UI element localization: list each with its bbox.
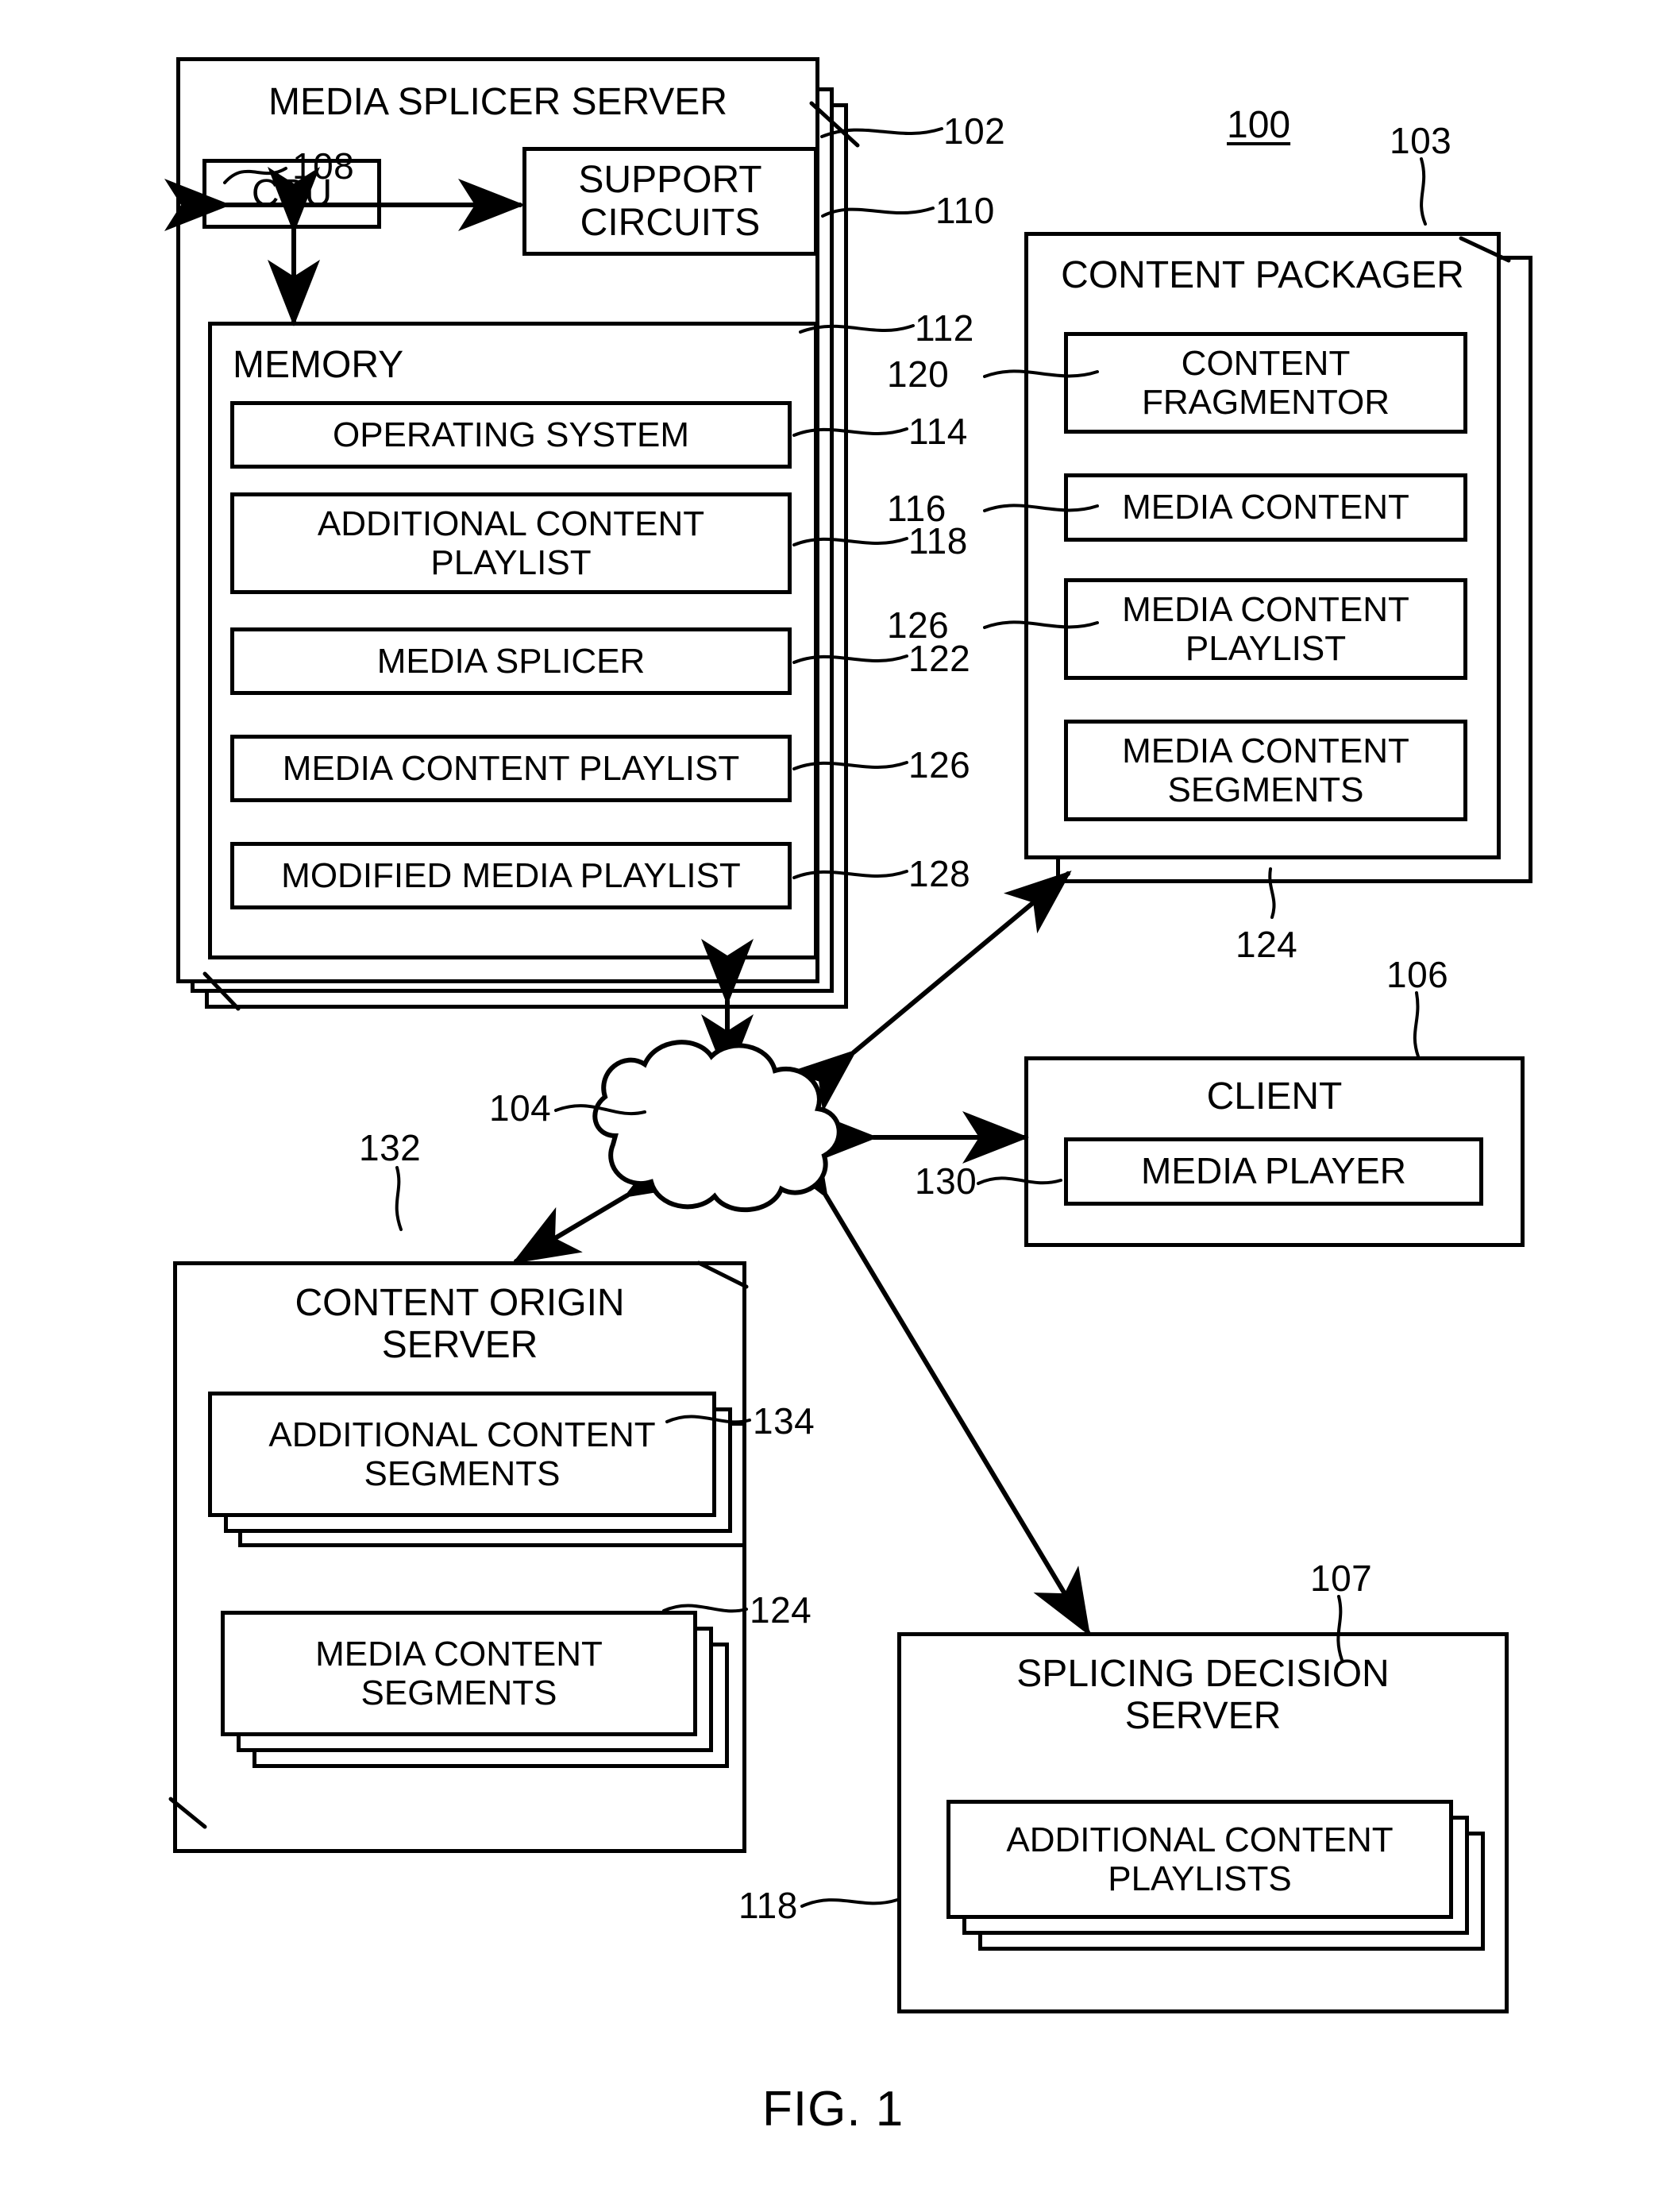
- content-origin-server-title: CONTENT ORIGIN SERVER: [295, 1282, 625, 1366]
- support-circuits-label: SUPPORT CIRCUITS: [578, 158, 762, 244]
- ref-134: 134: [753, 1400, 815, 1442]
- arrow-network-packager: [788, 871, 1072, 1113]
- ref-112: 112: [915, 307, 974, 349]
- content-origin-item-label: ADDITIONAL CONTENT SEGMENTS: [268, 1415, 656, 1493]
- content-packager-item-media-content-playlist[interactable]: MEDIA CONTENT PLAYLIST: [1064, 578, 1467, 680]
- ref-114: 114: [908, 411, 968, 452]
- memory-item-label: OPERATING SYSTEM: [332, 415, 690, 454]
- content-origin-item-additional-content-segments[interactable]: ADDITIONAL CONTENT SEGMENTS: [208, 1392, 716, 1517]
- memory-label: MEMORY: [233, 344, 404, 386]
- ref-106: 106: [1386, 954, 1449, 995]
- memory-item-label: MEDIA SPLICER: [376, 641, 646, 681]
- memory-item-label: ADDITIONAL CONTENT PLAYLIST: [317, 504, 705, 582]
- memory-item-media-content-playlist[interactable]: MEDIA CONTENT PLAYLIST: [230, 735, 792, 802]
- content-packager-item-label: MEDIA CONTENT PLAYLIST: [1122, 589, 1409, 668]
- ref-120: 120: [887, 353, 950, 395]
- client-item-media-player[interactable]: MEDIA PLAYER: [1064, 1137, 1483, 1206]
- content-packager-item-content-fragmentor[interactable]: CONTENT FRAGMENTOR: [1064, 332, 1467, 434]
- content-origin-item-media-content-segments[interactable]: MEDIA CONTENT SEGMENTS: [221, 1611, 697, 1736]
- memory-item-modified-media-playlist[interactable]: MODIFIED MEDIA PLAYLIST: [230, 842, 792, 909]
- ref-128: 128: [908, 853, 971, 894]
- media-splicer-server-title: MEDIA SPLICER SERVER: [268, 81, 727, 123]
- figure-label: FIG. 1: [762, 2082, 904, 2137]
- content-packager-item-media-content[interactable]: MEDIA CONTENT: [1064, 473, 1467, 542]
- content-packager-item-label: CONTENT FRAGMENTOR: [1141, 343, 1390, 422]
- splicing-decision-item-additional-content-playlists[interactable]: ADDITIONAL CONTENT PLAYLISTS: [946, 1800, 1453, 1919]
- network-label: NETWORK: [622, 1117, 817, 1159]
- splicing-decision-server-title: SPLICING DECISION SERVER: [1016, 1653, 1390, 1737]
- memory-item-operating-system[interactable]: OPERATING SYSTEM: [230, 401, 792, 469]
- arrow-network-splicing: [771, 1129, 1091, 1637]
- content-packager-item-label: MEDIA CONTENT SEGMENTS: [1122, 731, 1409, 809]
- ref-124-origin: 124: [750, 1589, 812, 1631]
- ref-130: 130: [915, 1160, 977, 1202]
- client-title: CLIENT: [1206, 1075, 1343, 1118]
- ref-116: 116: [887, 488, 946, 529]
- memory-item-label: MEDIA CONTENT PLAYLIST: [282, 748, 740, 788]
- ref-110: 110: [935, 190, 995, 231]
- client-item-label: MEDIA PLAYER: [1140, 1150, 1407, 1192]
- content-packager-item-label: MEDIA CONTENT: [1122, 488, 1409, 527]
- memory-item-label: MODIFIED MEDIA PLAYLIST: [281, 855, 741, 895]
- splicing-decision-item-label: ADDITIONAL CONTENT PLAYLISTS: [1006, 1820, 1394, 1898]
- ref-107: 107: [1310, 1558, 1373, 1599]
- memory-item-additional-content-playlist[interactable]: ADDITIONAL CONTENT PLAYLIST: [230, 492, 792, 594]
- ref-102: 102: [943, 110, 1006, 152]
- ref-124-packager: 124: [1236, 924, 1298, 965]
- system-number-100: 100: [1227, 104, 1291, 146]
- ref-103: 103: [1390, 120, 1452, 161]
- ref-104: 104: [489, 1087, 552, 1129]
- content-packager-title: CONTENT PACKAGER: [1061, 254, 1464, 296]
- memory-item-media-splicer[interactable]: MEDIA SPLICER: [230, 627, 792, 695]
- content-origin-item-label: MEDIA CONTENT SEGMENTS: [315, 1634, 603, 1712]
- content-packager-item-media-content-segments[interactable]: MEDIA CONTENT SEGMENTS: [1064, 720, 1467, 821]
- ref-126-packager: 126: [887, 604, 950, 646]
- ref-126-memory: 126: [908, 744, 971, 786]
- support-circuits-box[interactable]: SUPPORT CIRCUITS: [522, 147, 818, 256]
- ref-132: 132: [359, 1127, 422, 1168]
- patent-figure: MEDIA SPLICER SERVER CPU SUPPORT CIRCUIT…: [0, 0, 1677, 2212]
- ref-108: 108: [292, 145, 355, 187]
- arrow-network-origin: [511, 1141, 694, 1264]
- ref-118-splicing: 118: [738, 1885, 798, 1926]
